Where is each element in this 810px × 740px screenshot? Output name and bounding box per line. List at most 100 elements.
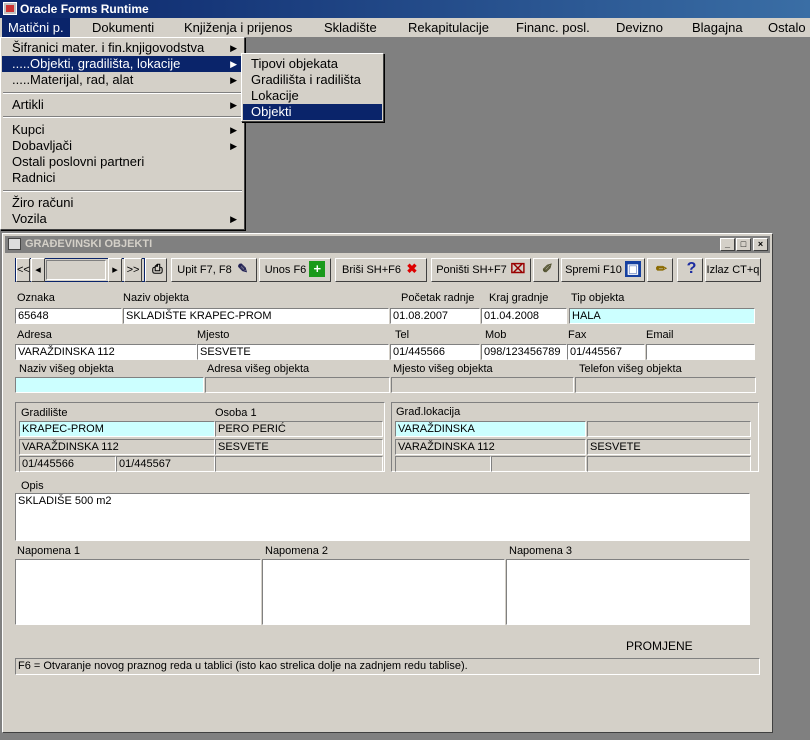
pocetak-radnje-field[interactable]: 01.08.2007 (390, 308, 480, 324)
napomena3-field[interactable] (506, 559, 750, 625)
menu-item-ziro-racuni[interactable]: Žiro računi (2, 195, 243, 211)
menu-ostalo[interactable]: Ostalo (762, 18, 810, 37)
label-mob: Mob (485, 329, 507, 341)
save-button[interactable]: Spremi F10 ▣ (561, 258, 645, 282)
menu-blagajna[interactable]: Blagajna (686, 18, 749, 37)
menu-item-ostali-partneri[interactable]: Ostali poslovni partneri (2, 154, 243, 170)
label-fax: Fax (568, 329, 587, 341)
menu-item-kupci[interactable]: Kupci ▶ (2, 122, 243, 138)
submenu-item-lokacije[interactable]: Lokacije (243, 88, 382, 104)
napomena2-field[interactable] (262, 559, 505, 625)
cancel-button[interactable]: Poništi SH+F7 ⌧ (431, 258, 531, 282)
menu-knjizenja[interactable]: Knjiženja i prijenos (178, 18, 298, 37)
label-adresa-viseg: Adresa višeg objekta (207, 363, 310, 375)
gradevinski-objekti-window: GRAĐEVINSKI OBJEKTI _ □ × << ◂ ▸ >> ⎙ Up… (2, 233, 773, 733)
osoba1-extra-field (215, 456, 383, 472)
menu-financ[interactable]: Financ. posl. (510, 18, 596, 37)
pencil-icon: ✏ (656, 261, 667, 277)
menu-item-radnici[interactable]: Radnici (2, 170, 243, 186)
label-osoba1: Osoba 1 (215, 407, 257, 419)
submenu-item-tipovi-objekata[interactable]: Tipovi objekata (243, 56, 382, 72)
submenu-arrow-icon: ▶ (230, 214, 237, 224)
floppy-disk-icon: ▣ (624, 261, 641, 278)
label-mjesto-viseg: Mjesto višeg objekta (393, 363, 493, 375)
mjesto-viseg-field (391, 377, 574, 393)
tip-objekta-field[interactable]: HALA (569, 308, 755, 324)
menubar: Matični p. Dokumenti Knjiženja i prijeno… (0, 18, 810, 37)
mjesto-field[interactable]: SESVETE (197, 344, 389, 360)
submenu-item-gradilista[interactable]: Gradilišta i radilišta (243, 72, 382, 88)
oracle-app-icon (3, 2, 17, 15)
prev-record-button[interactable]: ◂ (31, 258, 45, 282)
minimize-icon[interactable]: _ (720, 238, 735, 251)
label-opis: Opis (21, 480, 44, 492)
next-record-button[interactable]: ▸ (108, 258, 122, 282)
maximize-icon[interactable]: □ (736, 238, 751, 251)
label-napomena2: Napomena 2 (265, 545, 328, 557)
lokacija-adresa-field: VARAŽDINSKA 112 (395, 439, 586, 455)
submenu-arrow-icon: ▶ (230, 75, 237, 85)
objekti-submenu: Tipovi objekata Gradilišta i radilišta L… (241, 53, 384, 122)
submenu-arrow-icon: ▶ (230, 100, 237, 110)
delete-button[interactable]: Briši SH+F6 ✖ (335, 258, 427, 282)
label-tel: Tel (395, 329, 410, 341)
cancel-query-icon: ⌧ (510, 261, 526, 277)
fax-field[interactable]: 01/445567 (567, 344, 645, 360)
lokacija-extra-field (587, 421, 751, 437)
adresa-field[interactable]: VARAŽDINSKA 112 (15, 344, 197, 360)
kraj-gradnje-field[interactable]: 01.04.2008 (481, 308, 567, 324)
menu-separator (3, 190, 242, 192)
print-button[interactable]: ⎙ (145, 258, 167, 282)
naziv-objekta-field[interactable]: SKLADIŠTE KRAPEC-PROM (123, 308, 389, 324)
record-counter (46, 260, 106, 280)
label-kraj-gradnje: Kraj gradnje (489, 292, 549, 304)
promjene-label: PROMJENE (626, 639, 693, 653)
edit-button[interactable]: ✏ (647, 258, 673, 282)
gradiliste-naziv-field[interactable]: KRAPEC-PROM (19, 421, 215, 437)
oznaka-field[interactable]: 65648 (15, 308, 122, 324)
napomena1-field[interactable] (15, 559, 261, 625)
submenu-item-objekti[interactable]: Objekti (243, 104, 382, 120)
label-adresa: Adresa (17, 329, 52, 341)
menu-item-dobavljaci[interactable]: Dobavljači ▶ (2, 138, 243, 154)
window-title: GRAĐEVINSKI OBJEKTI (25, 238, 153, 250)
label-email: Email (646, 329, 674, 341)
menu-item-materijal[interactable]: .....Materijal, rad, alat ▶ (2, 72, 243, 88)
first-record-button[interactable]: << (16, 258, 30, 282)
menu-skladiste[interactable]: Skladište (318, 18, 383, 37)
menu-item-vozila[interactable]: Vozila ▶ (2, 211, 243, 227)
lokacija-fax-field (491, 456, 586, 472)
insert-button[interactable]: Unos F6 + (259, 258, 331, 282)
help-button[interactable]: ? (677, 258, 703, 282)
lokacija-naziv-field[interactable]: VARAŽDINSKA (395, 421, 586, 437)
email-field[interactable] (646, 344, 755, 360)
exit-button[interactable]: Izlaz CT+q (705, 258, 761, 282)
menu-item-objekti-gradilista[interactable]: .....Objekti, gradilišta, lokacije ▶ (2, 56, 243, 72)
edit-notes-button[interactable]: ✐ (533, 258, 559, 282)
menu-maticni[interactable]: Matični p. (2, 18, 70, 37)
query-magnifier-icon: ✎ (237, 261, 249, 277)
label-tip-objekta: Tip objekta (571, 292, 625, 304)
menu-dokumenti[interactable]: Dokumenti (86, 18, 160, 37)
menu-separator (3, 92, 242, 94)
naziv-viseg-field[interactable] (15, 377, 204, 393)
lokacija-other-field (587, 456, 751, 472)
menu-rekapitulacije[interactable]: Rekapitulacije (402, 18, 495, 37)
query-button[interactable]: Upit F7, F8 ✎ (171, 258, 257, 282)
label-grad-lokacija: Građ.lokacija (396, 406, 461, 418)
window-titlebar: GRAĐEVINSKI OBJEKTI (5, 236, 770, 253)
mob-field[interactable]: 098/123456789 (481, 344, 567, 360)
tel-field[interactable]: 01/445566 (390, 344, 480, 360)
app-title: Oracle Forms Runtime (20, 2, 149, 16)
menu-item-artikli[interactable]: Artikli ▶ (2, 97, 243, 113)
last-record-button[interactable]: >> (124, 258, 142, 282)
close-icon[interactable]: × (753, 238, 768, 251)
submenu-arrow-icon: ▶ (230, 59, 237, 69)
label-pocetak-radnje: Početak radnje (401, 292, 475, 304)
label-naziv-objekta: Naziv objekta (123, 292, 190, 304)
printer-icon: ⎙ (152, 261, 163, 277)
menu-devizno[interactable]: Devizno (610, 18, 669, 37)
app-titlebar: Oracle Forms Runtime (0, 0, 810, 18)
menu-item-sifranici[interactable]: Šifranici mater. i fin.knjigovodstva ▶ (2, 40, 243, 56)
opis-field[interactable]: SKLADIŠE 500 m2 (15, 493, 750, 541)
